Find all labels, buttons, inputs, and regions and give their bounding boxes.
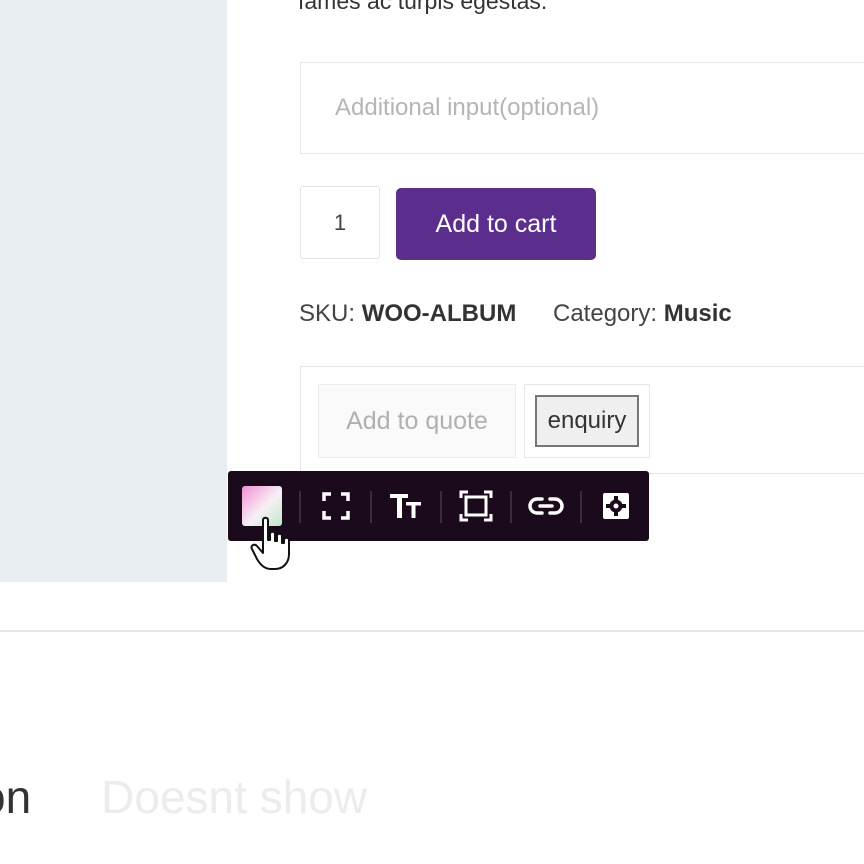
toolbar-separator [299,491,301,523]
expand-icon [322,492,350,520]
link-button[interactable] [524,484,568,528]
spacing-button[interactable] [454,484,498,528]
typography-button[interactable] [384,484,428,528]
product-meta: SKU: WOO-ALBUM Category: Music [299,300,732,328]
fullscreen-button[interactable] [314,484,358,528]
toolbar-separator [440,491,442,523]
hand-pointer-icon [250,516,290,570]
quantity-input[interactable] [300,186,380,259]
toolbar-separator [510,491,512,523]
section-heading: on Doesnt show [0,770,367,824]
sku-label: SKU: [299,300,356,327]
text-size-icon [390,494,421,518]
frame-icon [459,490,493,522]
sku-value: WOO-ALBUM [361,300,517,327]
category-label: Category: [553,300,658,327]
section-divider [0,630,864,632]
product-image-area [0,0,227,582]
add-to-cart-button[interactable]: Add to cart [396,188,596,260]
gear-icon [603,493,629,519]
toolbar-separator [370,491,372,523]
toolbar-separator [580,491,582,523]
faded-overlay-text: Doesnt show [101,771,368,823]
additional-input-field[interactable] [301,63,864,153]
category-link[interactable]: Music [664,300,732,327]
settings-button[interactable] [594,484,638,528]
section-heading-text: on [0,771,32,823]
enquiry-button[interactable]: enquiry [535,395,639,447]
link-icon [528,497,564,515]
additional-input-container [300,62,864,154]
add-to-quote-button[interactable]: Add to quote [318,384,516,458]
product-description: fames ac turpis egestas. [298,0,548,14]
